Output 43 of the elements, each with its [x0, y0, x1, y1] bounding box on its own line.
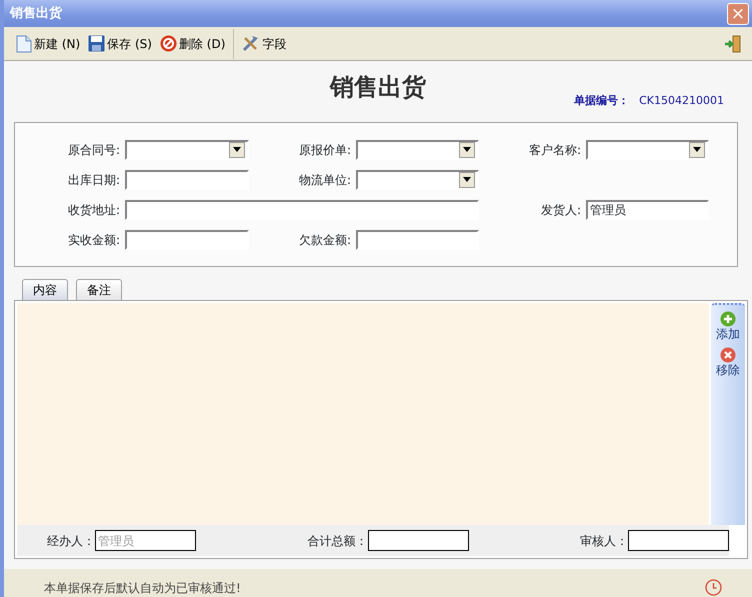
- field-label: 审核人：: [580, 532, 628, 550]
- field-label: 经办人：: [47, 532, 95, 550]
- dropdown-field[interactable]: [356, 170, 479, 190]
- dropdown-field[interactable]: [125, 140, 249, 160]
- toolbar-button[interactable]: 新建 (N): [14, 34, 82, 53]
- field-label: 原报价单:: [298, 142, 352, 159]
- field-label: 收货地址:: [66, 202, 121, 219]
- prohibited-icon: [160, 35, 177, 52]
- exit-door-icon[interactable]: [724, 34, 742, 53]
- input-field[interactable]: [356, 230, 479, 250]
- tab[interactable]: 内容: [22, 278, 68, 300]
- field-label: 欠款金额:: [298, 232, 352, 249]
- clock-icon: [705, 579, 722, 596]
- input-field[interactable]: [368, 530, 468, 551]
- input-field[interactable]: [125, 200, 479, 220]
- tab[interactable]: 备注: [76, 278, 122, 300]
- toolbar-button[interactable]: 删除 (D): [158, 34, 228, 53]
- plus-icon: [720, 310, 736, 327]
- side-button[interactable]: 移除: [716, 346, 740, 377]
- dropdown-field[interactable]: [586, 140, 709, 160]
- dropdown-field[interactable]: [356, 140, 479, 160]
- field-label: 发货人:: [540, 202, 582, 219]
- field-label: 物流单位:: [298, 172, 352, 189]
- tools-icon: [242, 35, 260, 52]
- input-field[interactable]: [125, 230, 249, 250]
- toolbar-button[interactable]: 保存 (S): [86, 34, 154, 53]
- document-icon: [16, 34, 32, 53]
- toolbar-button[interactable]: 字段: [240, 34, 288, 53]
- input-field[interactable]: 管理员: [95, 530, 196, 551]
- field-label: 出库日期:: [66, 172, 121, 189]
- field-label: 合计总额：: [308, 532, 368, 550]
- status-note: 本单据保存后默认自动为已审核通过!: [44, 580, 241, 597]
- field-label: 客户名称:: [528, 142, 582, 159]
- side-button[interactable]: 添加: [716, 310, 740, 341]
- window-title: 销售出货: [10, 4, 62, 23]
- form-heading: 销售出货: [330, 72, 426, 104]
- input-field[interactable]: 管理员: [586, 200, 709, 220]
- remove-icon: [720, 346, 736, 363]
- document-number: 单据编号： CK1504210001: [574, 93, 724, 110]
- field-label: 原合同号:: [66, 142, 121, 159]
- field-label: 实收金额:: [66, 232, 121, 249]
- input-field[interactable]: [125, 170, 249, 190]
- input-field[interactable]: [628, 530, 729, 551]
